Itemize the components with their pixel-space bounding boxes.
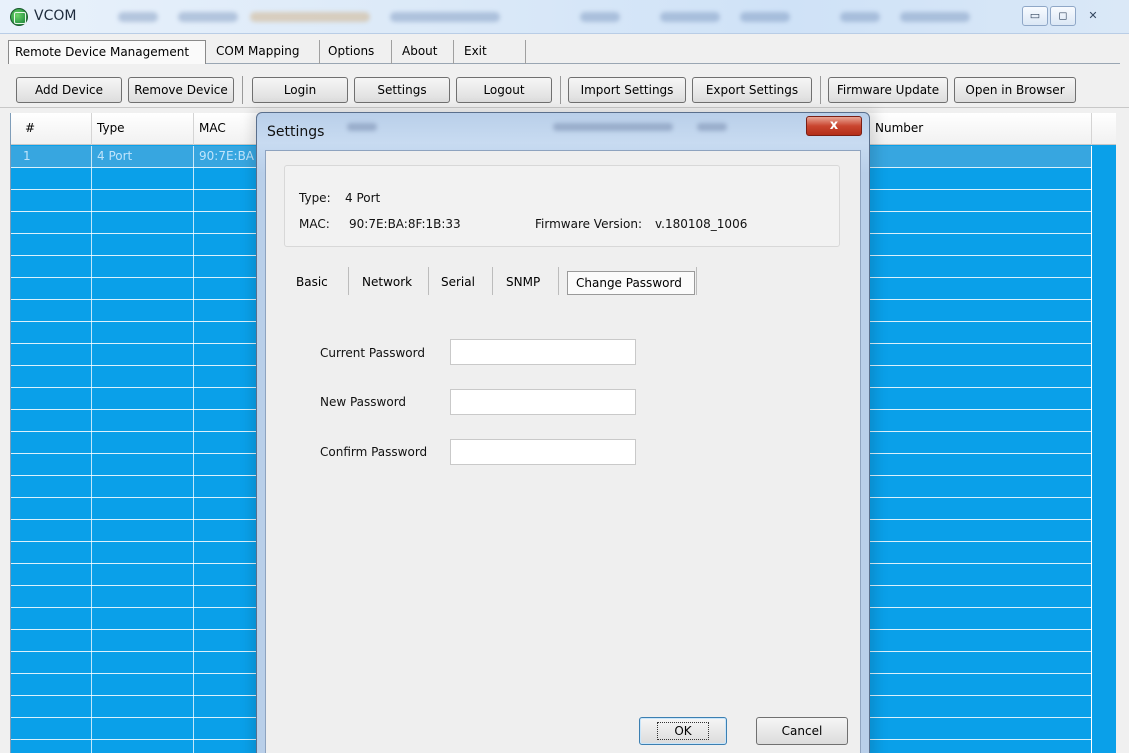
minimize-button[interactable]: ▭ <box>1022 6 1048 26</box>
column-header-type[interactable]: Type <box>97 121 125 135</box>
column-divider <box>91 146 92 753</box>
type-label: Type: <box>299 191 331 205</box>
maximize-button[interactable]: ◻ <box>1050 6 1076 26</box>
tab-basic[interactable]: Basic <box>288 271 336 295</box>
toolbar: Add Device Remove Device Login Settings … <box>0 68 1129 108</box>
tab-com-mapping[interactable]: COM Mapping <box>210 40 320 64</box>
new-password-label: New Password <box>320 395 407 409</box>
new-password-field[interactable] <box>450 389 636 415</box>
tab-exit[interactable]: Exit <box>458 40 526 64</box>
column-header-serial-number[interactable]: Number <box>875 121 923 135</box>
add-device-button[interactable]: Add Device <box>16 77 122 103</box>
firmware-version-label: Firmware Version: <box>535 217 642 231</box>
grid-scrollbar-column[interactable] <box>1091 146 1116 753</box>
settings-dialog: Settings x Type: 4 Port MAC: 90:7E:BA:8F… <box>256 112 870 753</box>
column-divider <box>1091 113 1092 145</box>
tab-separator <box>428 267 429 295</box>
title-bar: VCOM ▭ ◻ ✕ <box>0 0 1129 34</box>
blurred-toolbar-area <box>900 12 970 22</box>
cell-type: 4 Port <box>97 149 133 163</box>
logout-button[interactable]: Logout <box>456 77 552 103</box>
menu-tab-bar: Remote Device Management COM Mapping Opt… <box>8 36 1120 64</box>
window-title: VCOM <box>34 8 77 24</box>
column-divider <box>193 146 194 753</box>
ok-button-label: OK <box>657 722 709 740</box>
tab-separator <box>348 267 349 295</box>
toolbar-separator <box>820 76 821 104</box>
blurred-toolbar-area <box>740 12 790 22</box>
tab-about[interactable]: About <box>396 40 454 64</box>
tab-change-password[interactable]: Change Password <box>567 271 695 295</box>
tab-separator <box>558 267 559 295</box>
dialog-body: Type: 4 Port MAC: 90:7E:BA:8F:1B:33 Firm… <box>265 150 861 753</box>
export-settings-button[interactable]: Export Settings <box>692 77 812 103</box>
blurred-toolbar-area <box>660 12 720 22</box>
column-divider <box>91 113 92 145</box>
remove-device-button[interactable]: Remove Device <box>128 77 234 103</box>
blurred-toolbar-area <box>840 12 880 22</box>
tab-serial[interactable]: Serial <box>433 271 483 295</box>
confirm-password-field[interactable] <box>450 439 636 465</box>
firmware-update-button[interactable]: Firmware Update <box>828 77 948 103</box>
ok-button[interactable]: OK <box>639 717 727 745</box>
mac-value: 90:7E:BA:8F:1B:33 <box>349 217 461 231</box>
dialog-close-button[interactable]: x <box>806 116 862 136</box>
blurred-toolbar-area <box>178 12 238 22</box>
tab-remote-device-management[interactable]: Remote Device Management <box>8 40 206 64</box>
dialog-title: Settings <box>267 124 325 140</box>
firmware-version-value: v.180108_1006 <box>655 217 748 231</box>
mac-label: MAC: <box>299 217 330 231</box>
tab-separator <box>696 267 697 295</box>
current-password-label: Current Password <box>320 346 425 360</box>
import-settings-button[interactable]: Import Settings <box>568 77 686 103</box>
blurred-toolbar-area <box>250 12 370 22</box>
blurred-background-area <box>553 123 673 131</box>
close-window-button[interactable]: ✕ <box>1080 6 1106 26</box>
blurred-background-area <box>347 123 377 131</box>
confirm-password-label: Confirm Password <box>320 445 428 459</box>
open-in-browser-button[interactable]: Open in Browser <box>954 77 1076 103</box>
blurred-toolbar-area <box>118 12 158 22</box>
column-header-mac[interactable]: MAC <box>199 121 226 135</box>
blurred-toolbar-area <box>390 12 500 22</box>
cell-number: 1 <box>23 149 31 163</box>
tab-network[interactable]: Network <box>354 271 420 295</box>
cell-mac: 90:7E:BA <box>199 149 255 163</box>
toolbar-separator <box>560 76 561 104</box>
settings-button[interactable]: Settings <box>354 77 450 103</box>
type-value: 4 Port <box>345 191 381 205</box>
tab-separator <box>492 267 493 295</box>
device-info-panel: Type: 4 Port MAC: 90:7E:BA:8F:1B:33 Firm… <box>284 165 840 247</box>
blurred-toolbar-area <box>580 12 620 22</box>
tab-snmp[interactable]: SNMP <box>498 271 548 295</box>
app-globe-icon <box>10 8 28 26</box>
current-password-field[interactable] <box>450 339 636 365</box>
cancel-button[interactable]: Cancel <box>756 717 848 745</box>
login-button[interactable]: Login <box>252 77 348 103</box>
tab-options[interactable]: Options <box>322 40 392 64</box>
column-header-number[interactable]: # <box>25 121 35 135</box>
blurred-background-area <box>697 123 727 131</box>
toolbar-separator <box>242 76 243 104</box>
column-divider <box>193 113 194 145</box>
